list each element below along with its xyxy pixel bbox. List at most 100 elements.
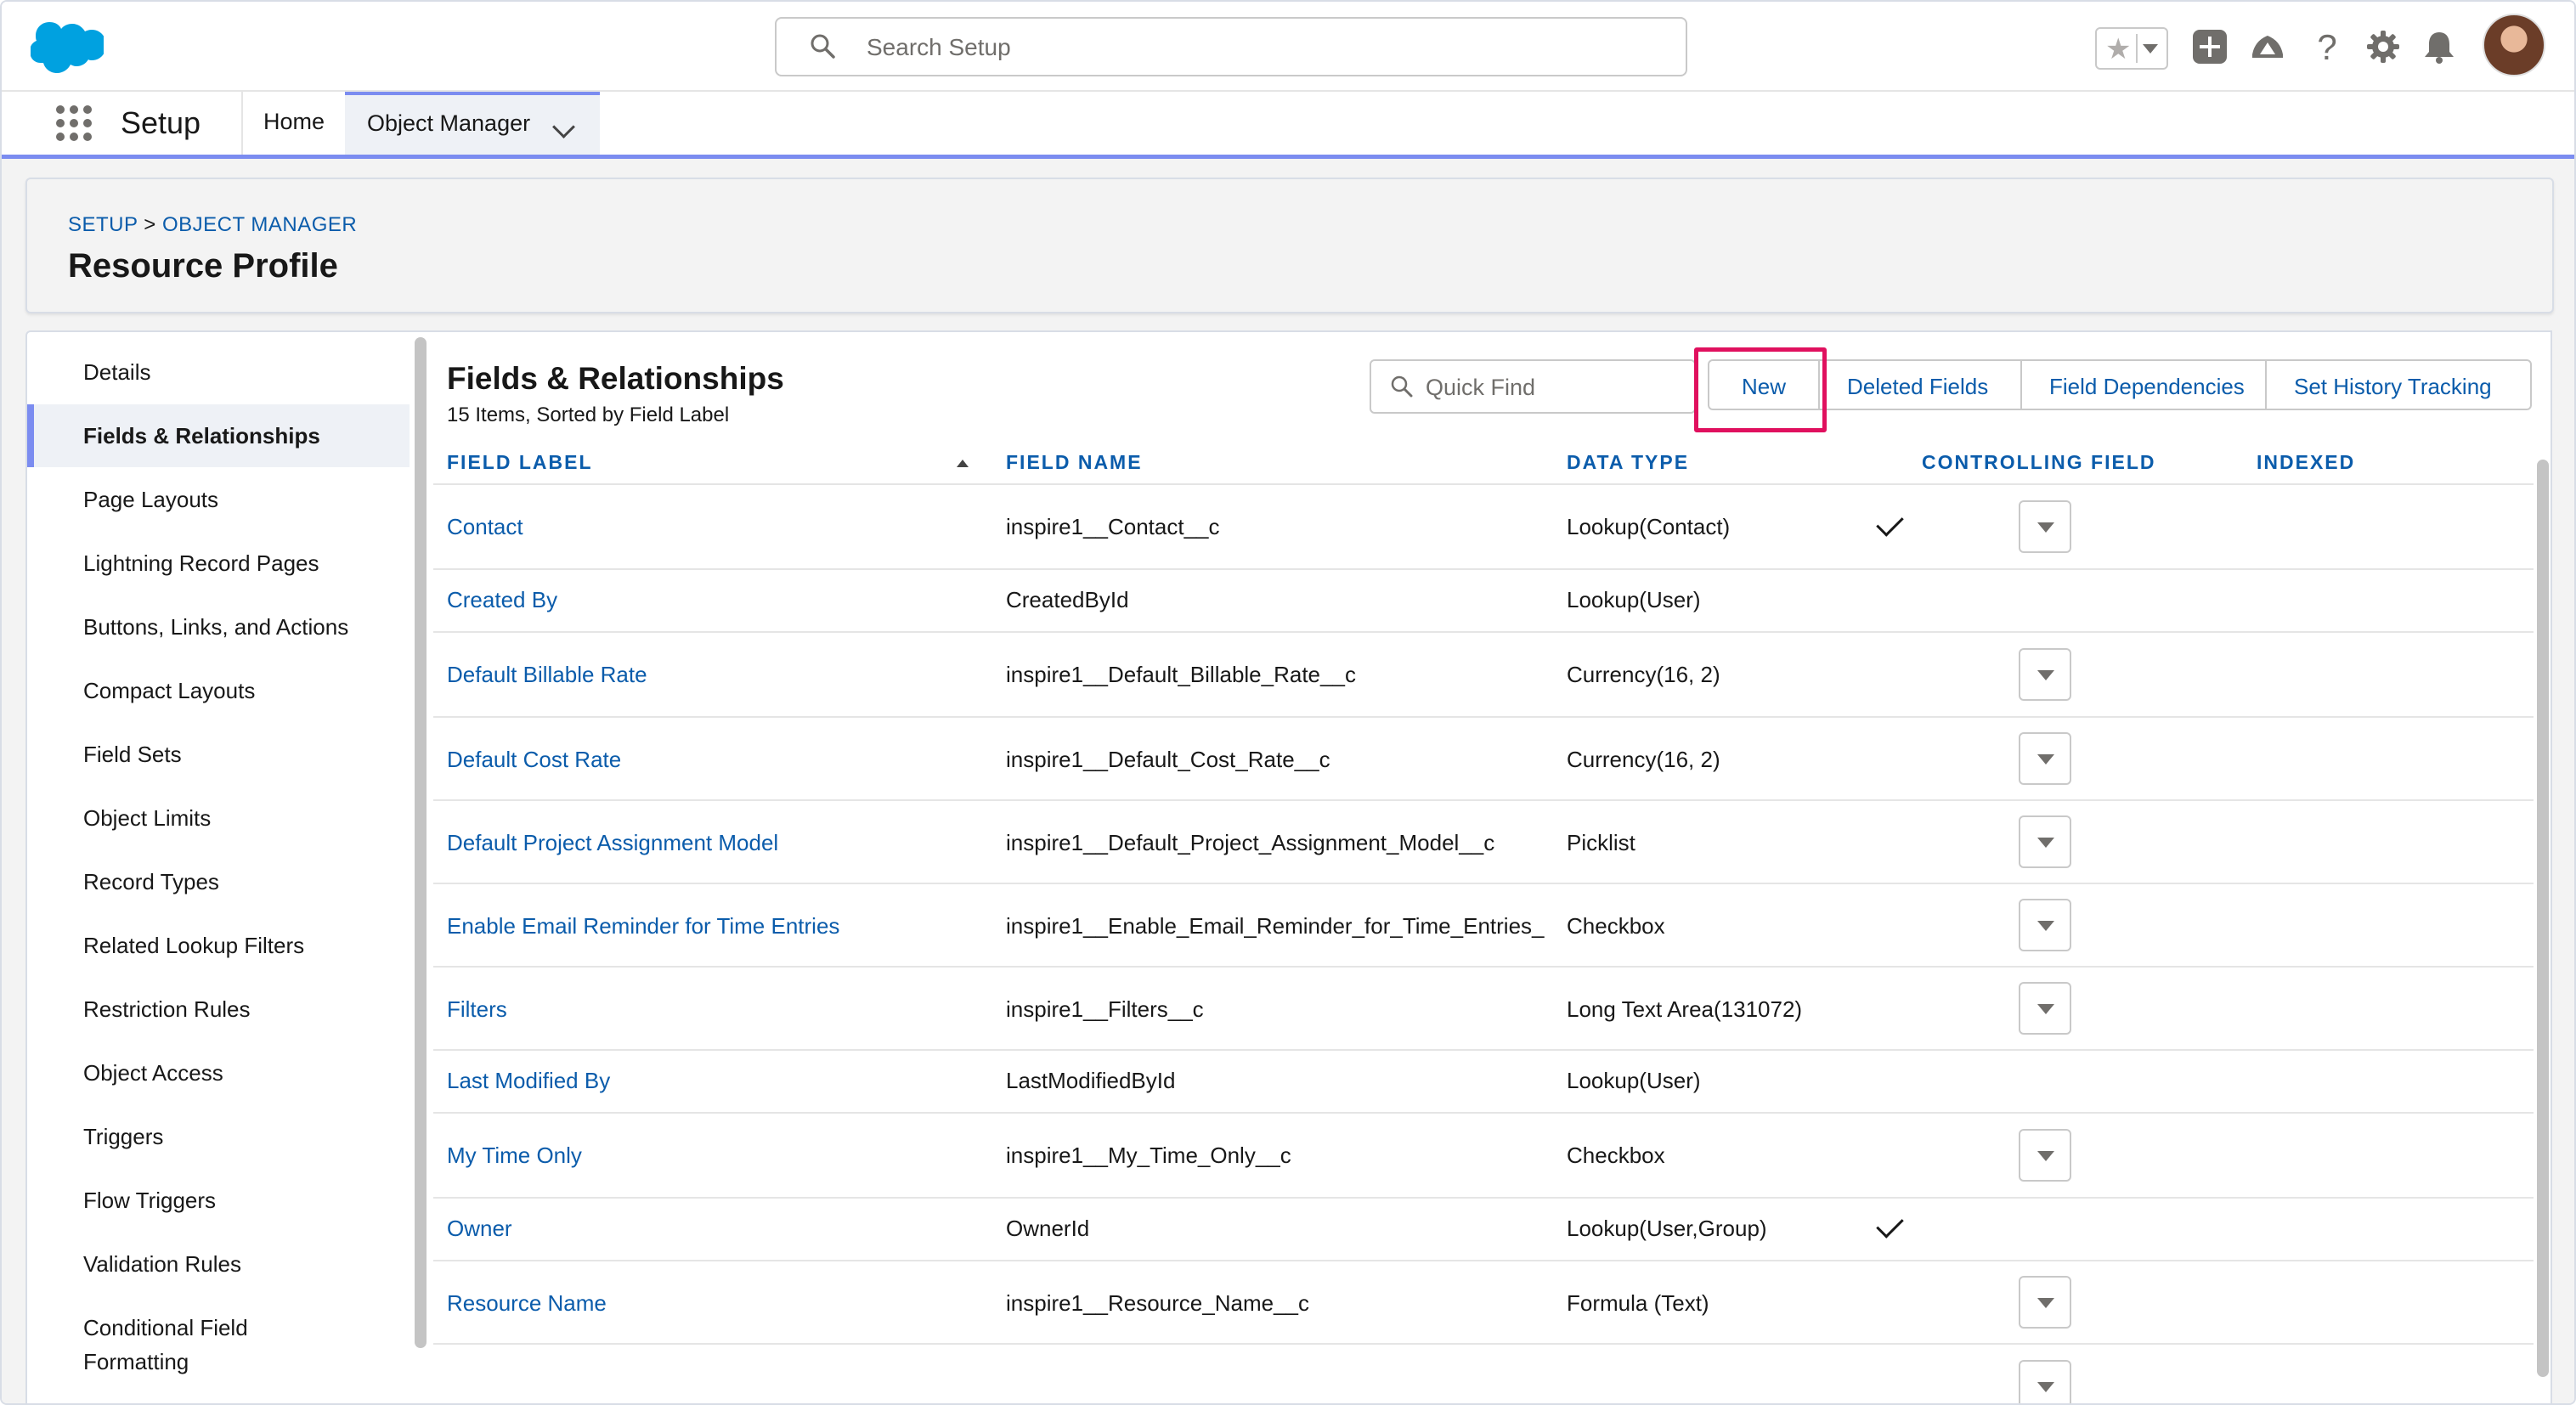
sidebar-item-restriction-rules[interactable]: Restriction Rules <box>27 978 410 1041</box>
row-actions-button[interactable] <box>2019 815 2071 868</box>
table-row: My Time Only inspire1__My_Time_Only__c C… <box>433 1114 2534 1199</box>
sidebar-item-object-limits[interactable]: Object Limits <box>27 787 410 849</box>
sidebar-item-label: Validation Rules <box>83 1251 241 1277</box>
sidebar-item-validation-rules[interactable]: Validation Rules <box>27 1233 410 1295</box>
sidebar-scrollbar[interactable] <box>415 337 427 1348</box>
field-api-name: OwnerId <box>1006 1216 1090 1241</box>
bell-icon[interactable] <box>2420 27 2459 66</box>
sidebar-item-label: Related Lookup Filters <box>83 933 305 958</box>
search-icon <box>1391 375 1413 398</box>
field-api-name: inspire1__Filters__c <box>1006 996 1204 1022</box>
row-actions-button[interactable] <box>2019 648 2071 701</box>
column-header-controlling-field[interactable]: CONTROLLING FIELD <box>1922 451 2155 474</box>
field-label-link[interactable]: Created By <box>447 587 557 613</box>
set-history-tracking-button[interactable]: Set History Tracking <box>2265 359 2532 410</box>
field-data-type: Checkbox <box>1567 1143 1665 1168</box>
row-actions-button[interactable] <box>2019 1360 2071 1403</box>
fields-relationships-panel: Fields & Relationships 15 Items, Sorted … <box>433 330 2552 1403</box>
app-launcher-icon[interactable] <box>54 104 93 143</box>
field-label-link[interactable]: Enable Email Reminder for Time Entries <box>447 913 839 939</box>
field-label-link[interactable]: Default Billable Rate <box>447 662 647 688</box>
row-actions-button[interactable] <box>2019 732 2071 785</box>
chevron-down-icon[interactable] <box>552 116 575 138</box>
column-header-field-name[interactable]: FIELD NAME <box>1006 451 1143 474</box>
sidebar-item-label: Object Limits <box>83 805 212 831</box>
row-actions-button[interactable] <box>2019 899 2071 951</box>
breadcrumb-object-manager[interactable]: OBJECT MANAGER <box>162 213 357 236</box>
sidebar-item-flow-triggers[interactable]: Flow Triggers <box>27 1169 410 1232</box>
sort-ascending-icon[interactable] <box>957 460 969 467</box>
search-icon <box>811 34 835 59</box>
row-actions-button[interactable] <box>2019 1276 2071 1329</box>
sidebar-item-label: Compact Layouts <box>83 678 256 703</box>
global-header: Search Setup ★ ? <box>2 2 2574 92</box>
setup-content: SETUP > OBJECT MANAGER Resource Profile … <box>2 159 2574 1403</box>
quick-find-input[interactable]: Quick Find <box>1370 359 1696 414</box>
field-data-type: Lookup(Contact) <box>1567 514 1731 539</box>
sidebar-item-triggers[interactable]: Triggers <box>27 1105 410 1168</box>
deleted-fields-button-label: Deleted Fields <box>1847 374 1989 399</box>
app-navigation: Setup Home Object Manager <box>2 92 2574 159</box>
help-icon[interactable]: ? <box>2308 27 2347 66</box>
sidebar-item-field-sets[interactable]: Field Sets <box>27 723 410 786</box>
field-label-link[interactable]: Owner <box>447 1216 512 1242</box>
deleted-fields-button[interactable]: Deleted Fields <box>1818 359 2022 410</box>
sidebar-item-related-lookup-filters[interactable]: Related Lookup Filters <box>27 914 410 977</box>
page-header: SETUP > OBJECT MANAGER Resource Profile <box>25 178 2554 313</box>
row-actions-button[interactable] <box>2019 1129 2071 1182</box>
sidebar-item-page-layouts[interactable]: Page Layouts <box>27 468 410 531</box>
field-label-link[interactable]: Last Modified By <box>447 1068 610 1094</box>
sidebar-item-details[interactable]: Details <box>27 341 410 403</box>
table-row: Enable Email Reminder for Time Entries i… <box>433 884 2534 968</box>
sidebar-item-label: Page Layouts <box>83 487 219 512</box>
sidebar-item-compact-layouts[interactable]: Compact Layouts <box>27 659 410 722</box>
favorites-star-icon: ★ <box>2105 33 2132 65</box>
table-row: Created By CreatedById Lookup(User) <box>433 570 2534 633</box>
field-api-name: inspire1__Contact__c <box>1006 514 1220 539</box>
nav-tab-home[interactable]: Home <box>263 109 325 135</box>
column-header-field-label[interactable]: FIELD LABEL <box>447 451 593 474</box>
sidebar-item-buttons-links-actions[interactable]: Buttons, Links, and Actions <box>27 595 410 658</box>
gear-icon[interactable] <box>2364 27 2403 66</box>
row-actions-button[interactable] <box>2019 982 2071 1035</box>
object-sidebar: Details Fields & Relationships Page Layo… <box>25 330 435 1403</box>
favorites-button[interactable]: ★ <box>2095 27 2168 70</box>
salesforce-logo[interactable] <box>31 19 104 75</box>
user-avatar[interactable] <box>2483 14 2545 76</box>
chevron-down-icon[interactable] <box>2143 44 2158 54</box>
sidebar-item-label: Buttons, Links, and Actions <box>83 614 349 640</box>
field-label-link[interactable]: Filters <box>447 996 507 1023</box>
sidebar-item-fields-relationships[interactable]: Fields & Relationships <box>27 404 410 467</box>
field-label-link[interactable]: Default Project Assignment Model <box>447 830 778 856</box>
trailhead-icon[interactable] <box>2248 27 2287 66</box>
field-label-link[interactable]: Resource Name <box>447 1290 607 1317</box>
app-title: Setup <box>121 105 201 140</box>
add-icon[interactable] <box>2190 27 2229 66</box>
column-header-indexed[interactable]: INDEXED <box>2257 451 2355 474</box>
field-data-type: Currency(16, 2) <box>1567 662 1720 687</box>
sidebar-item-conditional-field-formatting-cont[interactable]: Formatting <box>27 1330 410 1393</box>
global-search-input[interactable]: Search Setup <box>775 17 1687 76</box>
field-label-link[interactable]: My Time Only <box>447 1143 582 1169</box>
column-header-data-type[interactable]: DATA TYPE <box>1567 451 1689 474</box>
field-data-type: Currency(16, 2) <box>1567 747 1720 772</box>
table-row: Contact inspire1__Contact__c Lookup(Cont… <box>433 485 2534 570</box>
field-label-link[interactable]: Default Cost Rate <box>447 747 621 773</box>
row-actions-button[interactable] <box>2019 500 2071 553</box>
table-header: FIELD LABEL FIELD NAME DATA TYPE CONTROL… <box>433 443 2534 485</box>
sidebar-item-record-types[interactable]: Record Types <box>27 850 410 913</box>
table-scrollbar[interactable] <box>2537 460 2549 1377</box>
field-data-type: Checkbox <box>1567 913 1665 939</box>
table-row: Default Project Assignment Model inspire… <box>433 801 2534 884</box>
field-label-link[interactable]: Contact <box>447 514 523 540</box>
sidebar-item-object-access[interactable]: Object Access <box>27 1041 410 1104</box>
field-dependencies-button[interactable]: Field Dependencies <box>2020 359 2267 410</box>
section-subtitle: 15 Items, Sorted by Field Label <box>447 403 730 426</box>
sidebar-item-label: Fields & Relationships <box>83 423 320 449</box>
sidebar-item-lightning-record-pages[interactable]: Lightning Record Pages <box>27 532 410 595</box>
nav-tab-object-manager[interactable]: Object Manager <box>345 92 600 155</box>
svg-text:?: ? <box>2317 27 2336 66</box>
field-data-type: Picklist <box>1567 830 1635 855</box>
indexed-check-icon <box>1876 1210 1904 1239</box>
breadcrumb-setup[interactable]: SETUP <box>68 213 138 236</box>
